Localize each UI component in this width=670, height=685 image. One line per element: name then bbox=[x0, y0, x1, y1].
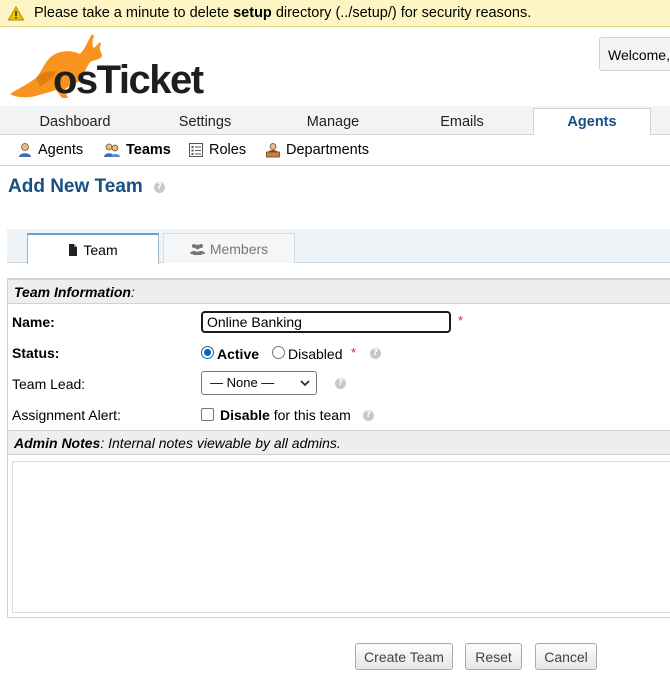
disable-alert-suffix: for this team bbox=[273, 407, 351, 423]
status-active-label[interactable]: Active bbox=[217, 346, 259, 362]
ost-logo[interactable]: osTicket bbox=[6, 32, 216, 102]
subnav-label-teams: Teams bbox=[126, 142, 171, 158]
team-form: Team Information: Name: * Status: Active… bbox=[7, 278, 670, 618]
assignment-alert-label: Assignment Alert: bbox=[12, 407, 121, 423]
assignment-alert-help-icon[interactable]: ? bbox=[363, 410, 374, 421]
departments-icon bbox=[266, 143, 280, 158]
disable-alert-bold: Disable bbox=[220, 407, 270, 423]
status-active-radio[interactable] bbox=[201, 346, 214, 359]
status-disabled-radio[interactable] bbox=[272, 346, 285, 359]
roles-icon bbox=[189, 143, 203, 157]
document-icon bbox=[69, 243, 78, 256]
admin-notes-header: Admin Notes: Internal notes viewable by … bbox=[8, 430, 670, 455]
warning-icon bbox=[8, 5, 24, 20]
sub-nav: Agents Teams Roles Departments bbox=[0, 135, 670, 166]
warning-bold: setup bbox=[233, 5, 272, 21]
tab-team-label: Team bbox=[83, 241, 118, 258]
status-disabled-label[interactable]: Disabled bbox=[288, 346, 342, 362]
team-lead-select[interactable]: — None — bbox=[201, 371, 317, 395]
create-team-button[interactable]: Create Team bbox=[355, 643, 453, 670]
status-required-mark: * bbox=[351, 345, 357, 360]
setup-warning-bar: Please take a minute to delete setup dir… bbox=[0, 0, 670, 27]
name-required-mark: * bbox=[458, 313, 464, 328]
subnav-label-roles: Roles bbox=[209, 142, 247, 158]
warning-prefix: Please take a minute to delete bbox=[34, 5, 230, 21]
subnav-item-agents[interactable]: Agents bbox=[17, 140, 83, 160]
reset-button[interactable]: Reset bbox=[465, 643, 522, 670]
team-lead-value: — None — bbox=[210, 375, 275, 390]
subnav-item-roles[interactable]: Roles bbox=[188, 140, 246, 160]
tab-members[interactable]: Members bbox=[163, 233, 295, 263]
main-nav: Dashboard Settings Manage Emails Agents bbox=[0, 106, 670, 136]
agent-icon bbox=[19, 143, 31, 157]
tab-team[interactable]: Team bbox=[27, 233, 159, 264]
team-name-input[interactable] bbox=[201, 311, 451, 333]
help-icon[interactable]: ? bbox=[154, 182, 165, 193]
warning-suffix: directory (../setup/) for security reaso… bbox=[275, 5, 532, 21]
nav-tab-emails[interactable]: Emails bbox=[397, 109, 527, 135]
form-tab-bar: Team Members bbox=[7, 229, 670, 264]
name-label: Name: bbox=[12, 314, 55, 330]
status-label: Status: bbox=[12, 345, 60, 361]
users-icon bbox=[189, 243, 205, 255]
subnav-item-teams[interactable]: Teams bbox=[103, 140, 171, 160]
teams-icon bbox=[104, 143, 120, 157]
header: osTicket Welcome, bbox=[0, 28, 670, 106]
nav-tab-dashboard[interactable]: Dashboard bbox=[0, 109, 150, 135]
admin-notes-title: Admin Notes bbox=[14, 435, 101, 451]
subnav-item-departments[interactable]: Departments bbox=[265, 140, 369, 160]
team-information-title: Team Information bbox=[14, 284, 131, 300]
page-title: Add New Team bbox=[8, 176, 143, 197]
team-information-colon: : bbox=[130, 284, 135, 300]
cancel-button[interactable]: Cancel bbox=[535, 643, 597, 670]
nav-tab-agents[interactable]: Agents bbox=[533, 108, 651, 136]
team-lead-help-icon[interactable]: ? bbox=[335, 378, 346, 389]
status-help-icon[interactable]: ? bbox=[370, 348, 381, 359]
nav-tab-settings[interactable]: Settings bbox=[140, 109, 270, 135]
tab-members-label: Members bbox=[209, 240, 269, 257]
warning-text: Please take a minute to delete setup dir… bbox=[34, 5, 531, 21]
subnav-label-departments: Departments bbox=[286, 142, 370, 158]
team-information-header: Team Information: bbox=[8, 279, 670, 304]
logo-text: osTicket bbox=[53, 58, 204, 102]
chevron-down-icon bbox=[300, 380, 310, 387]
admin-notes-desc: : Internal notes viewable by all admins. bbox=[100, 435, 341, 451]
disable-alert-checkbox[interactable] bbox=[201, 408, 214, 421]
disable-alert-text[interactable]: Disable for this team bbox=[220, 407, 351, 423]
subnav-label-agents: Agents bbox=[38, 142, 84, 158]
admin-notes-editor[interactable] bbox=[12, 461, 670, 613]
team-lead-label: Team Lead: bbox=[12, 376, 86, 392]
nav-tab-manage[interactable]: Manage bbox=[268, 109, 398, 135]
welcome-box: Welcome, bbox=[599, 37, 670, 71]
